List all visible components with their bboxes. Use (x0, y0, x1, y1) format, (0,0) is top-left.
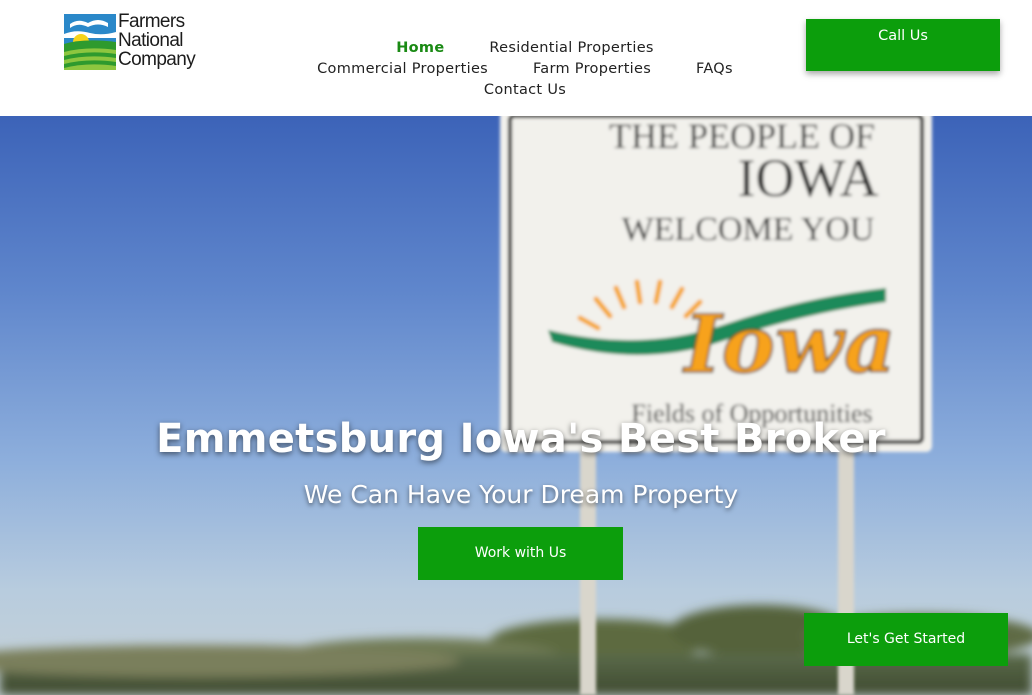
nav-commercial-properties[interactable]: Commercial Properties (317, 59, 488, 80)
lets-get-started-button[interactable]: Let's Get Started (804, 613, 1008, 666)
nav-row-1: Home Residential Properties (290, 38, 760, 59)
logo-line-3: Company (118, 49, 196, 70)
work-with-us-button[interactable]: Work with Us (418, 527, 623, 580)
hero-section: THE PEOPLE OF IOWA WELCOME YOU Iowa Fiel… (0, 116, 1032, 695)
logo-line-2: National (118, 30, 184, 51)
nav-farm-properties[interactable]: Farm Properties (533, 59, 651, 80)
sign-script: Iowa (682, 297, 895, 391)
sign-line-2: IOWA (738, 148, 879, 208)
logo-line-1: Farmers (118, 11, 185, 32)
company-logo[interactable]: Farmers National Company (64, 11, 214, 74)
farm-field-logo-icon (64, 14, 116, 70)
hero-subtitle: We Can Have Your Dream Property (303, 480, 739, 509)
main-nav: Home Residential Properties Commercial P… (290, 38, 760, 101)
nav-residential-properties[interactable]: Residential Properties (489, 38, 653, 59)
iowa-welcome-sign-photo: THE PEOPLE OF IOWA WELCOME YOU Iowa Fiel… (0, 116, 1032, 695)
nav-home[interactable]: Home (396, 38, 444, 59)
nav-contact-us[interactable]: Contact Us (484, 80, 566, 101)
call-us-button[interactable]: Call Us (806, 19, 1000, 71)
site-header: Farmers National Company Home Residentia… (0, 0, 1032, 116)
nav-faqs[interactable]: FAQs (696, 59, 733, 80)
nav-row-2: Commercial Properties Farm Properties FA… (290, 59, 760, 80)
hero-title: Emmetsburg Iowa's Best Broker (156, 416, 886, 462)
logo-wordmark: Farmers National Company (118, 11, 196, 70)
nav-row-3: Contact Us (290, 80, 760, 101)
sign-line-3: WELCOME YOU (622, 211, 875, 248)
